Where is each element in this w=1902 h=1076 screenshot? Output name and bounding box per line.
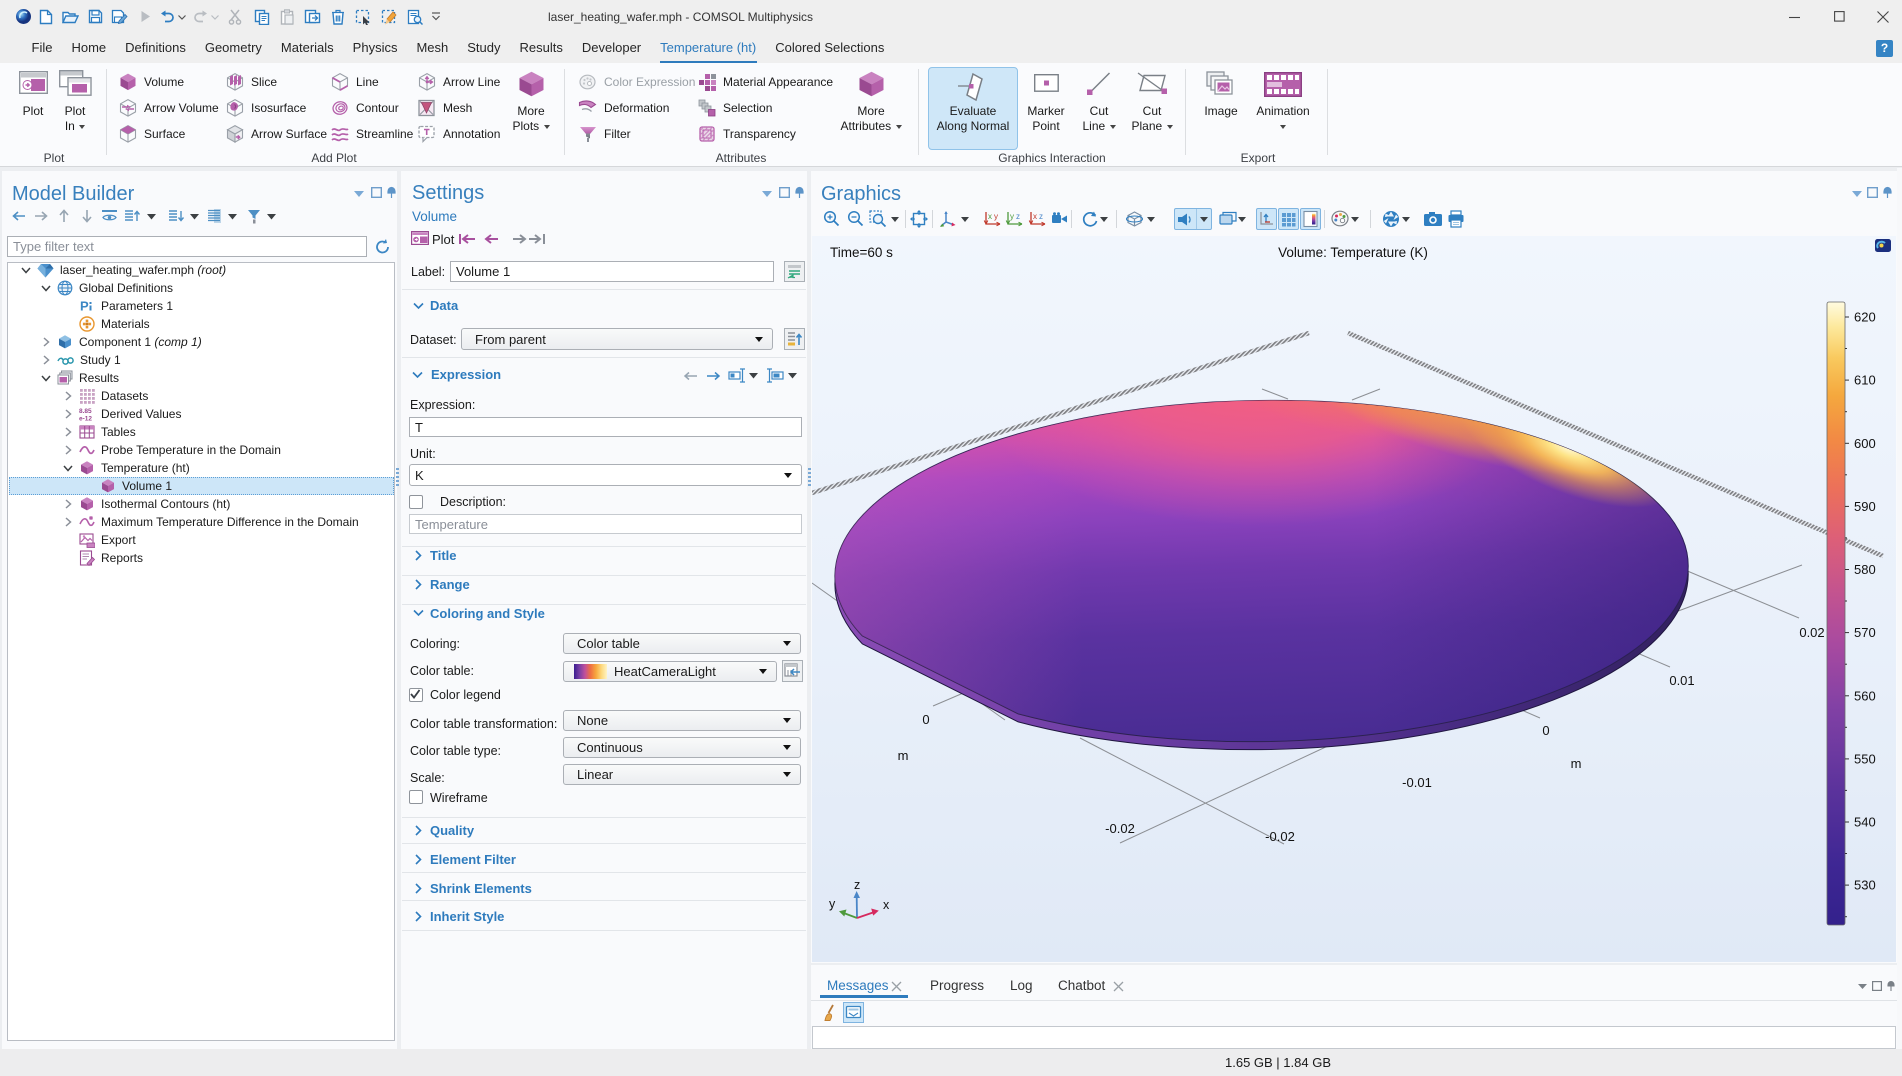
svg-text:m: m — [1571, 756, 1582, 771]
svg-text:z: z — [854, 878, 860, 892]
svg-text:-0.02: -0.02 — [1105, 821, 1135, 836]
svg-text:y: y — [994, 212, 998, 221]
svg-text:550: 550 — [1854, 751, 1876, 766]
svg-text:0: 0 — [1542, 723, 1549, 738]
svg-text:530: 530 — [1854, 878, 1876, 893]
svg-text:590: 590 — [1854, 499, 1876, 514]
svg-text:y: y — [829, 897, 836, 911]
svg-text:Time=60 s: Time=60 s — [830, 245, 893, 260]
svg-text:8.85: 8.85 — [79, 408, 92, 415]
svg-text:P: P — [80, 299, 89, 314]
svg-text:y: y — [1010, 212, 1014, 221]
svg-text:0.01: 0.01 — [1669, 673, 1694, 688]
svg-text:-0.01: -0.01 — [1402, 775, 1432, 790]
svg-text:580: 580 — [1854, 562, 1876, 577]
svg-text:z: z — [1039, 212, 1043, 221]
svg-text:x: x — [988, 212, 992, 221]
svg-text:620: 620 — [1854, 310, 1876, 325]
svg-text:m: m — [898, 748, 909, 763]
svg-text:-0.02: -0.02 — [1265, 829, 1295, 844]
svg-text:0.02: 0.02 — [1799, 625, 1824, 640]
svg-text:x: x — [1033, 212, 1037, 221]
svg-text:e-12: e-12 — [79, 416, 92, 423]
svg-text:z: z — [1016, 212, 1020, 221]
svg-text:560: 560 — [1854, 688, 1876, 703]
svg-text:540: 540 — [1854, 815, 1876, 830]
svg-text:610: 610 — [1854, 373, 1876, 388]
svg-text:x: x — [883, 898, 890, 912]
svg-text:570: 570 — [1854, 625, 1876, 640]
svg-text:600: 600 — [1854, 436, 1876, 451]
svg-text:0: 0 — [922, 712, 929, 727]
svg-text:Volume: Temperature (K): Volume: Temperature (K) — [1278, 245, 1428, 260]
